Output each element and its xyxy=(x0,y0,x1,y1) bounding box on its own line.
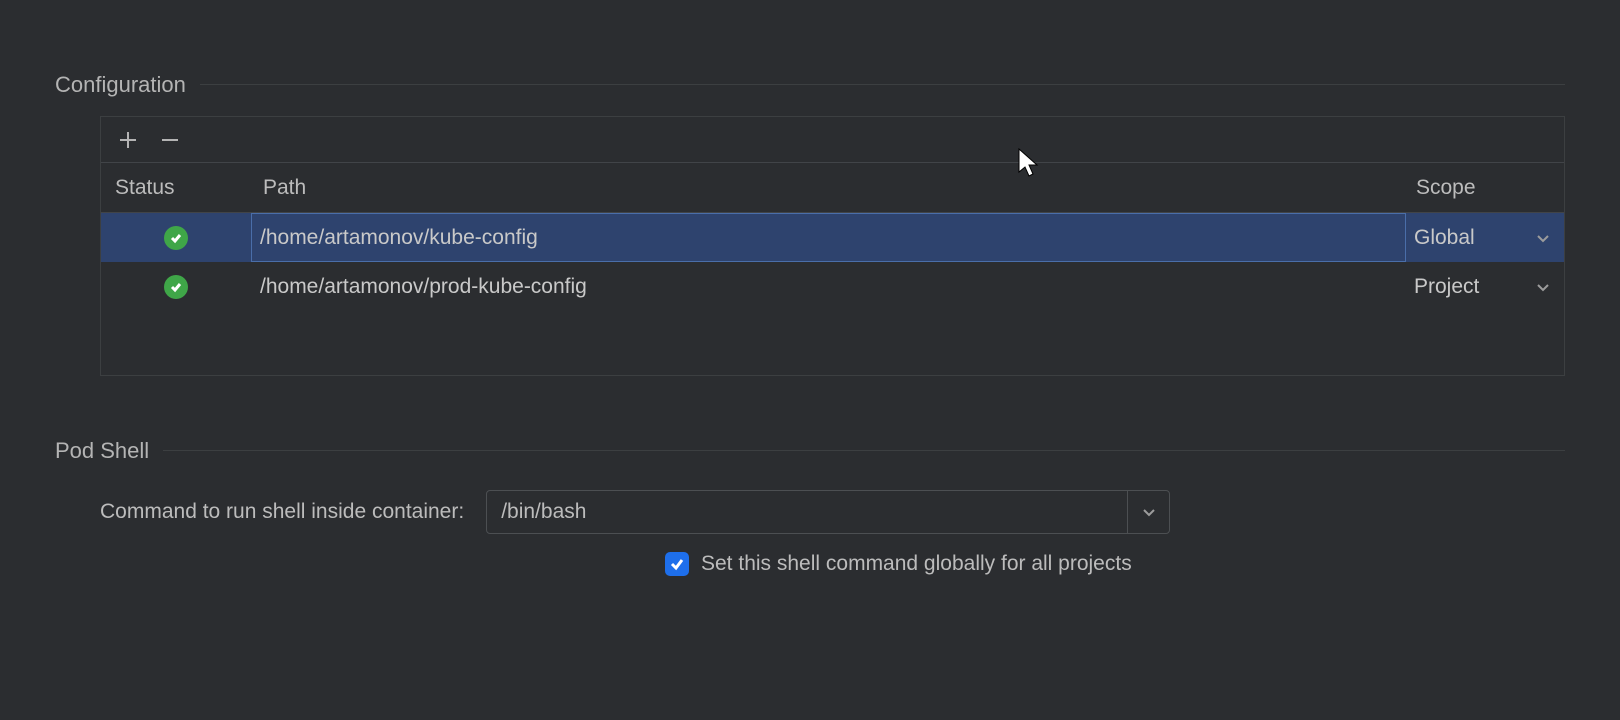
scope-cell[interactable]: Project xyxy=(1406,262,1564,311)
command-value: /bin/bash xyxy=(487,491,1127,533)
column-header-path: Path xyxy=(251,176,1406,200)
global-shell-checkbox-label: Set this shell command globally for all … xyxy=(701,552,1132,576)
table-row[interactable]: /home/artamonov/kube-configGlobal xyxy=(101,213,1564,262)
status-ok-icon xyxy=(164,275,188,299)
status-cell xyxy=(101,213,251,262)
add-button[interactable] xyxy=(113,125,143,155)
status-ok-icon xyxy=(164,226,188,250)
status-cell xyxy=(101,262,251,311)
pod-shell-legend: Pod Shell xyxy=(55,438,163,464)
chevron-down-icon xyxy=(1142,505,1156,519)
column-header-status: Status xyxy=(101,176,251,200)
pod-shell-section: Pod Shell Command to run shell inside co… xyxy=(55,438,1565,576)
configuration-section: Configuration Status Path Scope /home/ar… xyxy=(55,72,1565,376)
column-header-scope: Scope xyxy=(1406,176,1564,200)
minus-icon xyxy=(159,129,181,151)
path-cell[interactable]: /home/artamonov/prod-kube-config xyxy=(251,262,1406,311)
path-cell[interactable]: /home/artamonov/kube-config xyxy=(251,213,1406,262)
table-header: Status Path Scope xyxy=(101,163,1564,213)
command-label: Command to run shell inside container: xyxy=(100,500,464,524)
remove-button[interactable] xyxy=(155,125,185,155)
chevron-down-icon xyxy=(1536,280,1550,294)
configuration-toolbar xyxy=(101,117,1564,163)
table-row[interactable]: /home/artamonov/prod-kube-configProject xyxy=(101,262,1564,311)
check-icon xyxy=(669,556,685,572)
table-body: /home/artamonov/kube-configGlobal/home/a… xyxy=(101,213,1564,311)
configuration-legend: Configuration xyxy=(55,72,200,98)
scope-cell[interactable]: Global xyxy=(1406,213,1564,262)
chevron-down-icon xyxy=(1536,231,1550,245)
plus-icon xyxy=(117,129,139,151)
configuration-table: Status Path Scope /home/artamonov/kube-c… xyxy=(100,116,1565,376)
command-combobox[interactable]: /bin/bash xyxy=(486,490,1170,534)
global-shell-checkbox[interactable] xyxy=(665,552,689,576)
command-dropdown-button[interactable] xyxy=(1127,491,1169,533)
